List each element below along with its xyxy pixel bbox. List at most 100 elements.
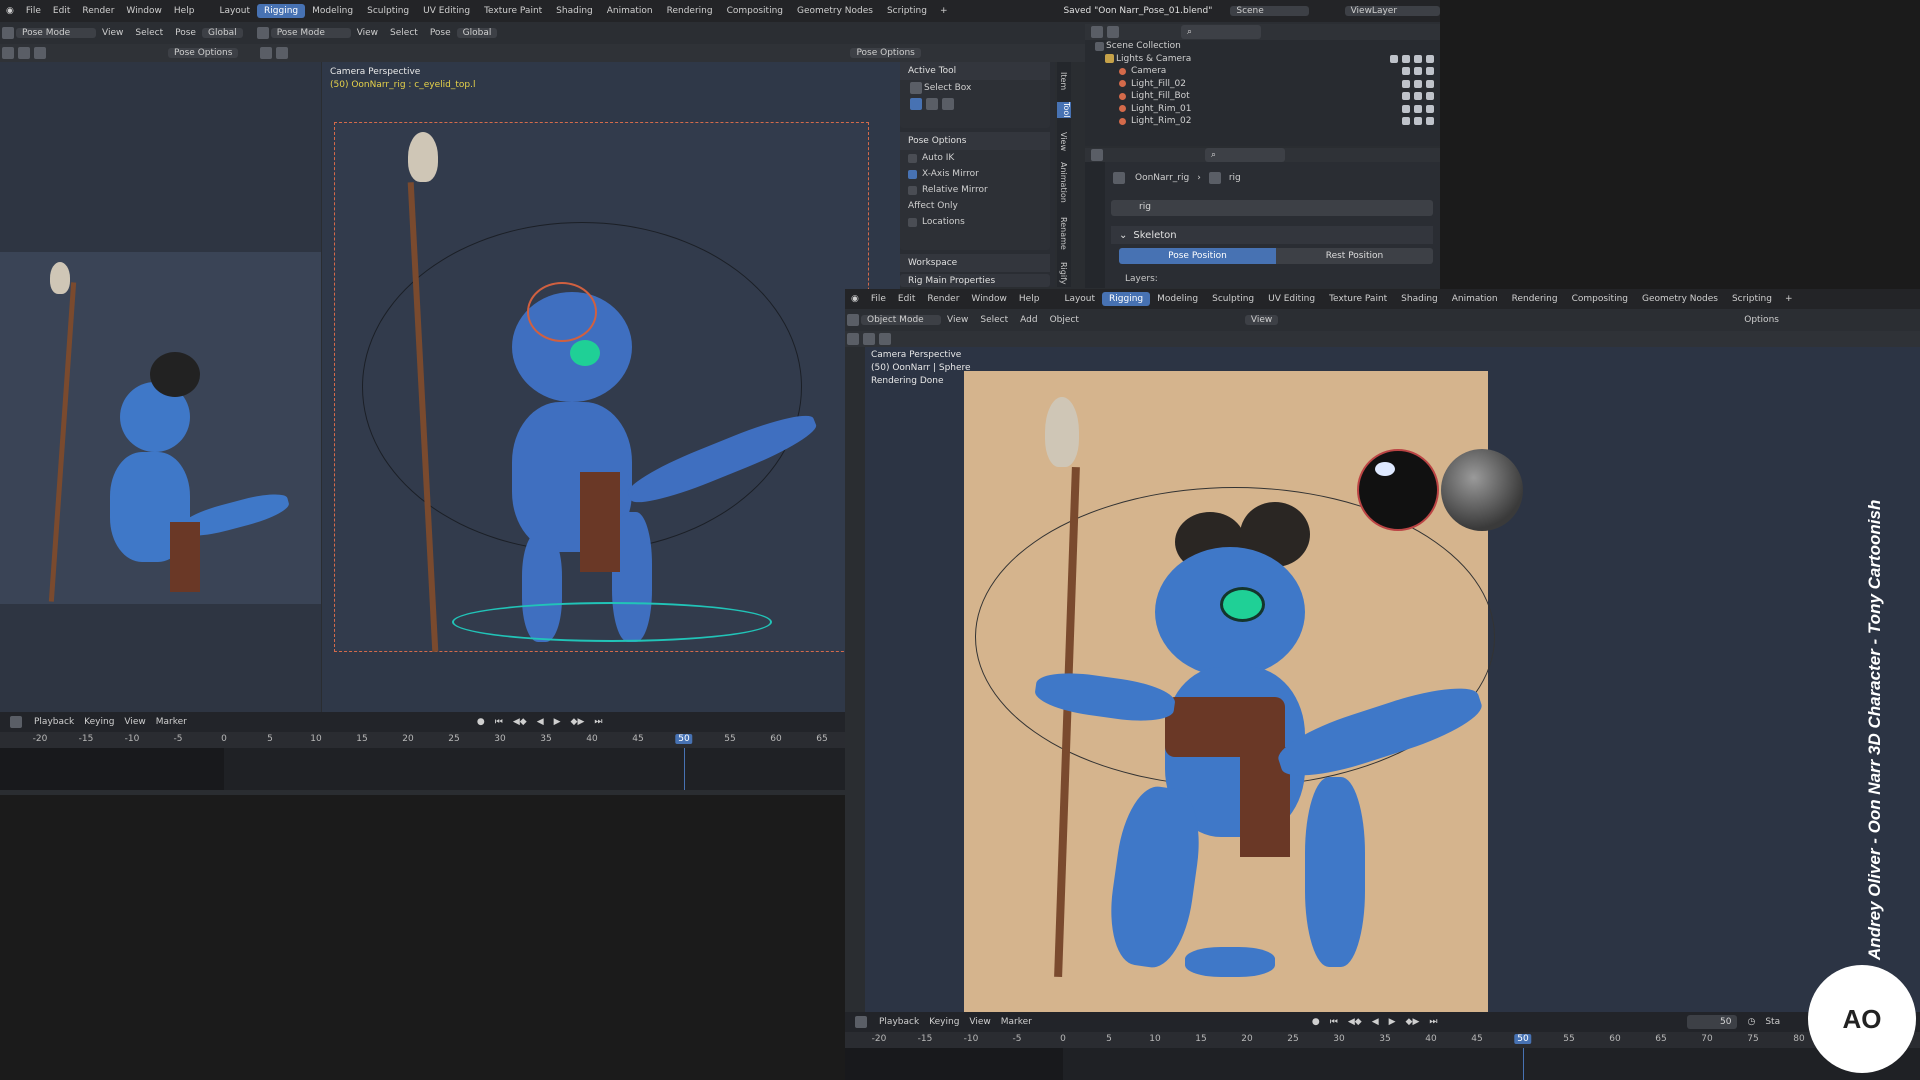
timeline-view-menu[interactable]: View [124,717,145,727]
play-icon[interactable]: ▶ [1389,1017,1396,1027]
menu-view-right[interactable]: View [351,28,384,38]
main-viewport[interactable]: Camera Perspective (50) OonNarr_rig : c_… [322,62,900,712]
tab-scripting[interactable]: Scripting [880,4,934,18]
select-extend-icon[interactable] [34,47,46,59]
keying-menu[interactable]: Keying [929,1017,959,1027]
menu-object[interactable]: Object [1044,315,1085,325]
tab-animation[interactable]: Animation [600,4,660,18]
pose-options-right[interactable]: Pose Options [850,48,921,58]
rig-main-header[interactable]: Rig Main Properties [900,274,1050,287]
menu-select[interactable]: Select [974,315,1014,325]
tab-texture-paint[interactable]: Texture Paint [477,4,549,18]
select-mode-icon[interactable] [847,333,859,345]
blender-logo-icon[interactable]: ◉ [0,6,20,16]
tab-modeling[interactable]: Modeling [305,4,360,18]
menu-file[interactable]: File [20,6,47,16]
tab-sculpting[interactable]: Sculpting [360,4,416,18]
tab-rigging[interactable]: Rigging [257,4,306,18]
scene-selector[interactable]: Scene [1230,6,1309,16]
lights-camera-row[interactable]: Lights & Camera [1085,53,1440,66]
timeline-type-icon[interactable] [855,1016,867,1028]
editor-type-icon[interactable] [847,314,859,326]
workspace-panel[interactable]: Workspace [900,254,1050,272]
orientation-right[interactable]: Global [456,28,498,38]
view-layer-selector[interactable]: ViewLayer [1344,6,1440,16]
select-mode-icon[interactable] [2,47,14,59]
pose-options-header[interactable]: Pose Options [900,132,1050,150]
keyframe-dot-icon[interactable]: ● [477,717,485,727]
tab-shading[interactable]: Shading [549,4,600,18]
right-timeline-body[interactable] [845,1048,1920,1080]
mode-new-icon[interactable] [910,98,922,110]
x-axis-mirror-checkbox[interactable]: X-Axis Mirror [900,166,1050,182]
mode-selector-right[interactable]: Pose Mode [270,28,351,38]
tab-uv-editing[interactable]: UV Editing [416,4,477,18]
jump-end-icon[interactable]: ⏭ [1429,1017,1437,1027]
locations-check[interactable] [908,217,917,227]
menu-render[interactable]: Render [76,6,120,16]
properties-type-icon[interactable] [1091,149,1103,161]
auto-ik-check[interactable] [908,153,917,163]
tab-texture-paint[interactable]: Texture Paint [1322,292,1394,306]
tab-layout[interactable]: Layout [212,4,257,18]
menu-select-right[interactable]: Select [384,28,424,38]
menu-pose-left[interactable]: Pose [169,28,202,38]
prev-keyframe-icon[interactable]: ◀◆ [1348,1017,1362,1027]
timeline-type-icon[interactable] [10,716,22,728]
playback-menu[interactable]: Playback [34,717,74,727]
tab-view[interactable]: View [1059,132,1068,151]
scene-collection-row[interactable]: Scene Collection [1085,40,1440,53]
add-workspace-icon[interactable]: + [934,6,954,16]
select-mode-row[interactable] [900,96,1050,112]
next-keyframe-icon[interactable]: ◆▶ [1406,1017,1420,1027]
menu-view[interactable]: View [941,315,974,325]
x-axis-mirror-check[interactable] [908,169,917,179]
current-frame-indicator[interactable]: 50 [675,734,693,744]
outliner-item-light-fill-02[interactable]: Light_Fill_02 [1085,78,1440,91]
clock-icon[interactable]: ◷ [1747,1017,1755,1027]
play-reverse-icon[interactable]: ◀ [1372,1017,1379,1027]
outliner-item-light-rim-02[interactable]: Light_Rim_02 [1085,115,1440,128]
keying-menu[interactable]: Keying [84,717,114,727]
tab-geometry-nodes[interactable]: Geometry Nodes [790,4,880,18]
auto-ik-checkbox[interactable]: Auto IK [900,150,1050,166]
select-box-icon[interactable] [18,47,30,59]
mode-selector-left[interactable]: Pose Mode [16,28,96,38]
menu-window[interactable]: Window [965,294,1013,304]
tab-scripting[interactable]: Scripting [1725,292,1779,306]
tab-geometry-nodes[interactable]: Geometry Nodes [1635,292,1725,306]
tab-uv-editing[interactable]: UV Editing [1261,292,1322,306]
active-tool-header[interactable]: Active Tool [900,62,1050,80]
current-frame-indicator[interactable]: 50 [1514,1034,1532,1044]
orientation-left[interactable]: Global [201,28,243,38]
select-box-icon[interactable] [863,333,875,345]
transform-view-selector[interactable]: View [1244,315,1279,325]
tab-animation-side[interactable]: Animation [1059,162,1068,203]
current-frame-field[interactable]: 50 [1687,1015,1738,1029]
tab-item[interactable]: Item [1059,72,1068,90]
menu-help[interactable]: Help [168,6,201,16]
rig-main-panel[interactable]: Rig Main Properties [900,274,1050,287]
jump-start-icon[interactable]: ⏮ [495,717,503,727]
play-reverse-icon[interactable]: ◀ [537,717,544,727]
marker-menu[interactable]: Marker [156,717,187,727]
select-mode-icon-2[interactable] [260,47,273,59]
tab-compositing[interactable]: Compositing [720,4,790,18]
relative-mirror-checkbox[interactable]: Relative Mirror [900,182,1050,198]
pose-options-left[interactable]: Pose Options [168,48,239,58]
timeline-view-menu[interactable]: View [969,1017,990,1027]
outliner-search[interactable]: ⌕ [1181,25,1261,39]
left-timeline-ruler[interactable]: -20 -15 -10 -5 0 5 10 15 20 25 30 35 40 … [0,732,845,748]
mode-subtract-icon[interactable] [942,98,954,110]
outliner-item-light-rim-01[interactable]: Light_Rim_01 [1085,103,1440,116]
tab-modeling[interactable]: Modeling [1150,292,1205,306]
pose-position-button[interactable]: Pose Position [1119,248,1276,264]
tab-shading[interactable]: Shading [1394,292,1445,306]
tab-animation[interactable]: Animation [1445,292,1505,306]
add-workspace-icon[interactable]: + [1779,294,1799,304]
workspace-header[interactable]: Workspace [900,254,1050,272]
outliner-item-light-fill-bot[interactable]: Light_Fill_Bot [1085,90,1440,103]
tab-compositing[interactable]: Compositing [1565,292,1635,306]
options-button[interactable]: Options [1738,315,1785,325]
next-keyframe-icon[interactable]: ◆▶ [571,717,585,727]
